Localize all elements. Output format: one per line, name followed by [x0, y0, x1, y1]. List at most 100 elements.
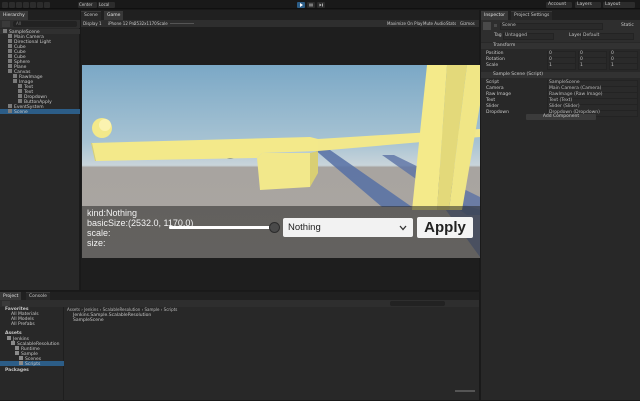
- packages-label: Packages: [5, 368, 29, 373]
- zoom-slider[interactable]: [455, 390, 475, 392]
- scale-label: Scale: [157, 21, 168, 26]
- maximize-on-play-toggle[interactable]: Maximize On Play: [387, 20, 423, 27]
- gameobject-icon: [8, 44, 12, 48]
- stats-toggle[interactable]: Stats: [446, 20, 456, 27]
- local-label: Local: [99, 2, 110, 7]
- inspector-tab-bar: Inspector Project Settings: [481, 10, 640, 20]
- object-header: Scene Static Tag Untagged Layer Default: [481, 20, 640, 42]
- script-field-label: Raw Image: [486, 92, 511, 97]
- gizmos-toggle[interactable]: Gizmos: [460, 20, 475, 27]
- gameobject-icon: [8, 109, 12, 113]
- custom-tool-button[interactable]: [44, 2, 50, 8]
- folder-icon: [19, 356, 23, 360]
- layer-dropdown[interactable]: Default: [581, 33, 634, 40]
- transform-z-field[interactable]: 1: [609, 63, 638, 70]
- folder-item[interactable]: Scripts: [0, 361, 64, 367]
- apply-button[interactable]: Apply: [417, 217, 473, 238]
- packages-header[interactable]: Packages: [0, 368, 63, 373]
- active-checkbox[interactable]: [494, 24, 497, 27]
- pause-button[interactable]: [307, 2, 315, 8]
- transform-z-value: 0: [611, 57, 614, 62]
- game-viewport[interactable]: kind:Nothing basicSize:(2532.0, 1170.0) …: [82, 65, 480, 258]
- gameobject-icon: [8, 104, 12, 108]
- hierarchy-search-placeholder: All: [16, 21, 21, 26]
- scene-tab-label: Scene: [84, 13, 98, 18]
- chevron-down-icon: [399, 225, 407, 231]
- tab-project[interactable]: Project: [0, 292, 22, 300]
- hierarchy-search-input[interactable]: All: [13, 21, 77, 27]
- script-field-label: Text: [486, 98, 496, 103]
- pivot-local-button[interactable]: Local: [98, 2, 115, 8]
- slider-handle[interactable]: [269, 222, 280, 233]
- kind-dropdown[interactable]: Nothing: [283, 218, 413, 237]
- rotate-tool-button[interactable]: [16, 2, 22, 8]
- scale-slider[interactable]: [170, 23, 194, 24]
- gameobject-icon: [18, 89, 22, 93]
- file-item[interactable]: SampleScene: [67, 318, 327, 323]
- play-button[interactable]: [297, 2, 305, 8]
- tab-game[interactable]: Game: [104, 11, 124, 20]
- transform-y-field[interactable]: 1: [578, 63, 607, 70]
- pivot-center-button[interactable]: Center: [78, 2, 97, 8]
- project-add-button[interactable]: [2, 301, 10, 306]
- hierarchy-item[interactable]: Scene: [0, 109, 80, 115]
- tab-inspector[interactable]: Inspector: [481, 11, 508, 20]
- script-component: Sample Scene (Script) Script SampleScene C…: [481, 72, 640, 117]
- favorite-item[interactable]: All Prefabs: [0, 322, 63, 327]
- tab-scene[interactable]: Scene: [81, 11, 101, 20]
- play-icon: [300, 3, 303, 7]
- transform-tool-button[interactable]: [37, 2, 43, 8]
- display-dropdown[interactable]: Display 1: [83, 20, 102, 27]
- gameobject-icon: [8, 34, 12, 38]
- tab-hierarchy[interactable]: Hierarchy: [0, 11, 28, 20]
- asset-folder-tree: Jenkins ScalableResolution Runtime Sample Sc…: [0, 336, 64, 368]
- hand-tool-button[interactable]: [2, 2, 8, 8]
- project-search-input[interactable]: [390, 301, 445, 306]
- script-rows: Script SampleScene Camera Main Camera (Came…: [481, 80, 640, 118]
- device-dropdown[interactable]: iPhone 12 Pro: [108, 20, 135, 27]
- pause-icon: [309, 3, 313, 7]
- transform-header[interactable]: Transform: [481, 43, 640, 49]
- object-name-field[interactable]: Scene: [500, 23, 603, 30]
- scene-icon: [3, 29, 7, 33]
- project-panel: Project Console Favorites All Materials …: [0, 291, 479, 401]
- transform-y-value: 1: [580, 63, 583, 68]
- info-line-kind: kind:Nothing: [87, 208, 138, 218]
- tab-project-settings[interactable]: Project Settings: [511, 11, 553, 20]
- transform-y-value: 0: [580, 57, 583, 62]
- hierarchy-add-button[interactable]: [2, 21, 10, 27]
- folder-icon: [15, 351, 19, 355]
- add-component-button[interactable]: Add Component: [526, 114, 596, 120]
- breadcrumb-item[interactable]: ScalableResolution: [103, 307, 141, 312]
- rect-tool-button[interactable]: [30, 2, 36, 8]
- transform-row: Position 0 0 0: [481, 51, 640, 58]
- tab-console[interactable]: Console: [26, 292, 50, 300]
- object-reference-value: Slider (Slider): [549, 104, 580, 109]
- layers-dropdown[interactable]: Layers: [575, 2, 601, 8]
- project-settings-tab-label: Project Settings: [514, 13, 550, 18]
- step-button[interactable]: [317, 2, 325, 8]
- game-toolbar: Display 1 iPhone 12 Pro 2532x1170 Scale …: [81, 20, 479, 27]
- breadcrumb-item[interactable]: Jenkins: [84, 307, 98, 312]
- move-tool-button[interactable]: [9, 2, 15, 8]
- breadcrumb-item[interactable]: Scripts: [164, 307, 178, 312]
- console-tab-label: Console: [29, 294, 47, 299]
- scale-tool-button[interactable]: [23, 2, 29, 8]
- scale-ui-slider[interactable]: [169, 222, 280, 233]
- breadcrumb-item[interactable]: Sample: [145, 307, 160, 312]
- gameobject-icon: [18, 84, 22, 88]
- layout-dropdown[interactable]: Layout: [603, 2, 635, 8]
- static-label: Static: [621, 23, 634, 28]
- account-dropdown[interactable]: Account: [546, 2, 572, 8]
- project-file-list: Jenkins.Sample.ScalableResolution Sample…: [67, 313, 327, 327]
- game-panel: Scene Game Display 1 iPhone 12 Pro 2532x…: [81, 10, 480, 290]
- script-component-header[interactable]: Sample Scene (Script): [481, 72, 640, 78]
- tag-dropdown[interactable]: Untagged: [503, 33, 554, 40]
- info-line-size: size:: [87, 238, 106, 248]
- object-reference-value: SampleScene: [549, 80, 580, 85]
- gameobject-icon: [18, 99, 22, 103]
- mute-audio-toggle[interactable]: Mute Audio: [423, 20, 446, 27]
- breadcrumb-item[interactable]: Assets: [67, 307, 80, 312]
- transform-x-field[interactable]: 1: [547, 63, 576, 70]
- hierarchy-panel: Hierarchy All SampleScene Main Camera Dire…: [0, 10, 80, 290]
